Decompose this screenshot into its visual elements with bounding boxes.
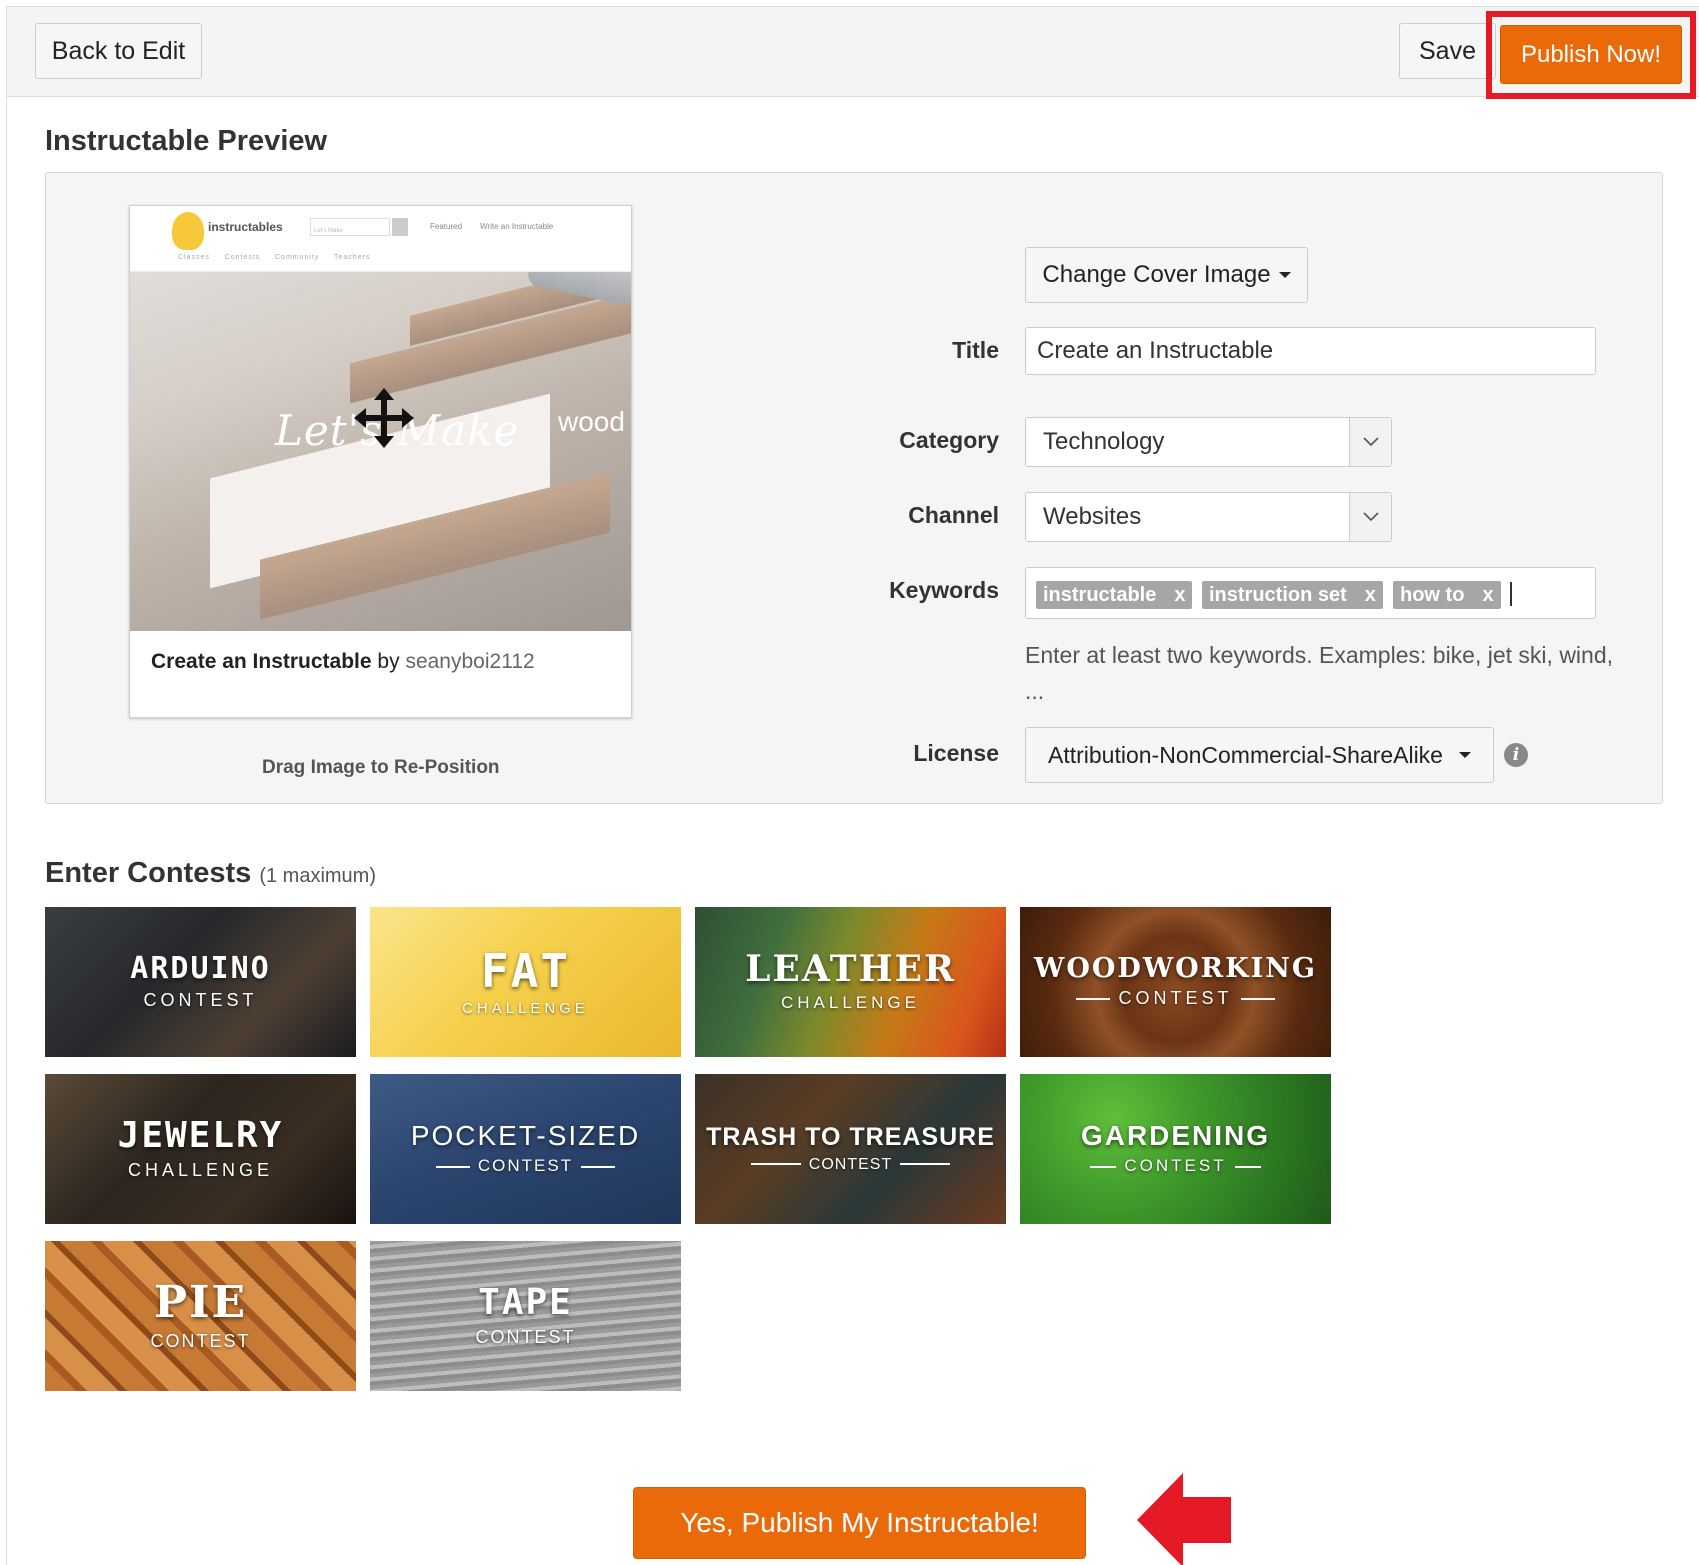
channel-label: Channel xyxy=(908,502,999,528)
top-toolbar: Back to Edit Save Publish Now! xyxy=(7,7,1699,99)
publish-page: Back to Edit Save Publish Now! Instructa… xyxy=(6,6,1699,1565)
keyword-tag: instructable x xyxy=(1036,581,1193,609)
contest-woodworking[interactable]: WOODWORKING CONTEST xyxy=(1020,907,1331,1057)
card-caption: Create an Instructable by seanyboi2112 xyxy=(151,650,535,674)
channel-value: Websites xyxy=(1043,503,1142,530)
cover-image[interactable]: instructables Let's Make Featured Write … xyxy=(130,206,631,631)
mini-nav-featured: Featured xyxy=(430,222,463,231)
change-cover-label: Change Cover Image xyxy=(1042,261,1271,288)
keywords-label: Keywords xyxy=(889,577,999,603)
license-dropdown[interactable]: Attribution-NonCommercial-ShareAlike xyxy=(1025,727,1494,783)
preview-heading: Instructable Preview xyxy=(45,125,328,157)
move-icon[interactable] xyxy=(352,386,416,450)
contest-pocket-sized[interactable]: POCKET-SIZED CONTEST xyxy=(370,1074,681,1224)
card-author: seanyboi2112 xyxy=(405,650,535,673)
category-label: Category xyxy=(899,427,999,453)
contest-jewelry[interactable]: JEWELRY CHALLENGE xyxy=(45,1074,356,1224)
publish-now-button[interactable]: Publish Now! xyxy=(1500,25,1682,84)
keyword-tag: how to x xyxy=(1393,581,1501,609)
keywords-hint: Enter at least two keywords. Examples: b… xyxy=(1025,642,1614,704)
mini-nav-write: Write an Instructable xyxy=(480,222,554,231)
drag-hint: Drag Image to Re-Position xyxy=(262,757,500,778)
remove-keyword-button[interactable]: x xyxy=(1365,584,1376,607)
caret-down-icon xyxy=(1278,272,1291,278)
info-icon[interactable]: i xyxy=(1504,743,1528,767)
card-title: Create an Instructable xyxy=(151,650,372,673)
contest-fat[interactable]: FAT CHALLENGE xyxy=(370,907,681,1057)
remove-keyword-button[interactable]: x xyxy=(1482,584,1493,607)
license-label: License xyxy=(913,740,999,766)
title-input[interactable]: Create an Instructable xyxy=(1025,327,1596,375)
chevron-down-icon[interactable] xyxy=(1349,493,1391,541)
cover-text-secondary: wood xyxy=(558,406,625,437)
channel-select[interactable]: Websites xyxy=(1025,492,1392,542)
red-arrow-icon xyxy=(1137,1473,1231,1565)
preview-card: instructables Let's Make Featured Write … xyxy=(129,205,632,718)
category-value: Technology xyxy=(1043,428,1165,455)
keyword-tag: instruction set x xyxy=(1202,581,1383,609)
robot-logo-icon xyxy=(172,212,204,250)
back-to-edit-button[interactable]: Back to Edit xyxy=(35,23,202,79)
contest-pie[interactable]: PIE CONTEST xyxy=(45,1241,356,1391)
change-cover-image-button[interactable]: Change Cover Image xyxy=(1025,247,1308,303)
title-label: Title xyxy=(952,337,999,363)
contest-trash-to-treasure[interactable]: TRASH TO TREASURE CONTEST xyxy=(695,1074,1006,1224)
keywords-input[interactable]: instructable x instruction set x how to x xyxy=(1025,567,1596,619)
mini-subnav: Classes Contests Community Teachers xyxy=(178,254,371,261)
contest-leather[interactable]: LEATHER CHALLENGE xyxy=(695,907,1006,1057)
mini-search-input: Let's Make xyxy=(310,218,390,236)
card-by: by xyxy=(377,650,400,673)
category-select[interactable]: Technology xyxy=(1025,417,1392,467)
chevron-down-icon[interactable] xyxy=(1349,418,1391,466)
mini-search-icon xyxy=(392,218,408,236)
save-button[interactable]: Save xyxy=(1399,23,1496,79)
text-cursor xyxy=(1510,582,1512,606)
caret-down-icon xyxy=(1458,752,1471,758)
contest-tape[interactable]: TAPE CONTEST xyxy=(370,1241,681,1391)
contests-heading: Enter Contests (1 maximum) xyxy=(45,857,376,889)
contest-gardening[interactable]: GARDENING CONTEST xyxy=(1020,1074,1331,1224)
mini-site-header: instructables Let's Make Featured Write … xyxy=(130,206,631,272)
contests-note: (1 maximum) xyxy=(259,865,376,887)
remove-keyword-button[interactable]: x xyxy=(1174,584,1185,607)
license-value: Attribution-NonCommercial-ShareAlike xyxy=(1048,741,1443,768)
yes-publish-button[interactable]: Yes, Publish My Instructable! xyxy=(633,1487,1086,1559)
contest-arduino[interactable]: ARDUINO CONTEST xyxy=(45,907,356,1057)
mini-brand: instructables xyxy=(208,220,283,234)
